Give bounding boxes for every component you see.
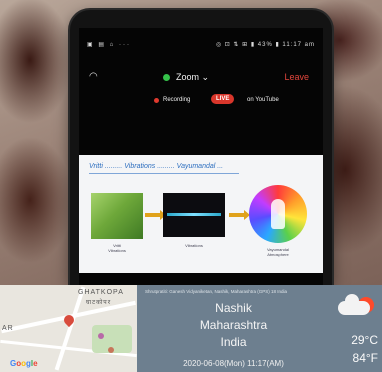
map-marker-icon	[108, 347, 114, 353]
map-label-ar: AR	[2, 325, 14, 332]
city-label: Nashik	[215, 301, 252, 315]
phone-screen: ▣ ▤ ⌂ ··· ◎ ⊡ ⇅ ⊞ ▮ 43% ▮ 11:17 am ◠ Zoo…	[79, 28, 323, 285]
headset-icon[interactable]: ◠	[89, 71, 101, 83]
map-label-ghatkopar-marathi: घाटकोपर	[86, 300, 112, 306]
leave-button[interactable]: Leave	[284, 72, 309, 82]
state-label: Maharashtra	[199, 318, 268, 332]
recording-bar: Recording LIVE on YouTube	[79, 94, 323, 108]
map-panel[interactable]: GHATKOPA घाटकोपर AR Google	[0, 285, 137, 372]
record-dot-icon	[154, 98, 159, 103]
youtube-label: on YouTube	[247, 97, 279, 103]
temperature-fahrenheit: 84°F	[352, 351, 378, 365]
caption-vritti: Vritti Vibrations	[108, 243, 126, 253]
live-badge[interactable]: LIVE	[211, 94, 235, 104]
map-marker-icon	[98, 333, 104, 339]
recording-label: Recording	[163, 97, 191, 103]
caption-vayumandal: Vayumandal Atmosphere	[267, 247, 289, 257]
weather-panel: 29°C 84°F	[330, 285, 382, 372]
slide-divider	[89, 173, 239, 174]
map-road	[54, 286, 86, 371]
background-photo: ▣ ▤ ⌂ ··· ◎ ⊡ ⇅ ⊞ ▮ 43% ▮ 11:17 am ◠ Zoo…	[0, 0, 382, 285]
address-text: Shrutpratiti: Ganesh Vidyaniketan, Nashi…	[145, 289, 287, 294]
zoom-meeting-title[interactable]: Zoom ⌄	[163, 72, 209, 83]
partly-cloudy-icon	[338, 294, 370, 315]
temperature-celsius: 29°C	[351, 333, 378, 347]
meditation-chakra-image	[249, 185, 307, 243]
status-icons-right: ◎ ⊡ ⇅ ⊞ ▮ 43% ▮ 11:17 am	[215, 42, 315, 48]
caption-vibrations: Vibrations	[185, 243, 203, 248]
country-label: India	[220, 335, 247, 349]
zoom-title-label: Zoom	[176, 72, 200, 82]
shared-slide: Vritti ......... Vibrations ......... Va…	[79, 155, 323, 273]
phone-device: ▣ ▤ ⌂ ··· ◎ ⊡ ⇅ ⊞ ▮ 43% ▮ 11:17 am ◠ Zoo…	[70, 10, 332, 285]
datetime-label: 2020-06-08(Mon) 11:17(AM)	[183, 359, 284, 368]
map-label-ghatkopar: GHATKOPA	[78, 289, 124, 296]
location-info-panel: Shrutpratiti: Ganesh Vidyaniketan, Nashi…	[137, 285, 330, 372]
leaf-image	[91, 193, 143, 239]
zoom-top-bar: ◠ Zoom ⌄ Leave	[79, 68, 323, 88]
google-logo: Google	[10, 359, 38, 368]
status-bar: ▣ ▤ ⌂ ··· ◎ ⊡ ⇅ ⊞ ▮ 43% ▮ 11:17 am	[79, 38, 323, 54]
arrow-right-icon	[145, 210, 166, 220]
slide-title: Vritti ......... Vibrations ......... Va…	[89, 163, 224, 170]
arrow-right-icon	[229, 210, 250, 220]
chevron-down-icon: ⌄	[201, 72, 210, 82]
shield-icon	[163, 74, 170, 82]
waveform-image	[163, 193, 225, 237]
status-icons-left: ▣ ▤ ⌂ ···	[87, 42, 131, 48]
